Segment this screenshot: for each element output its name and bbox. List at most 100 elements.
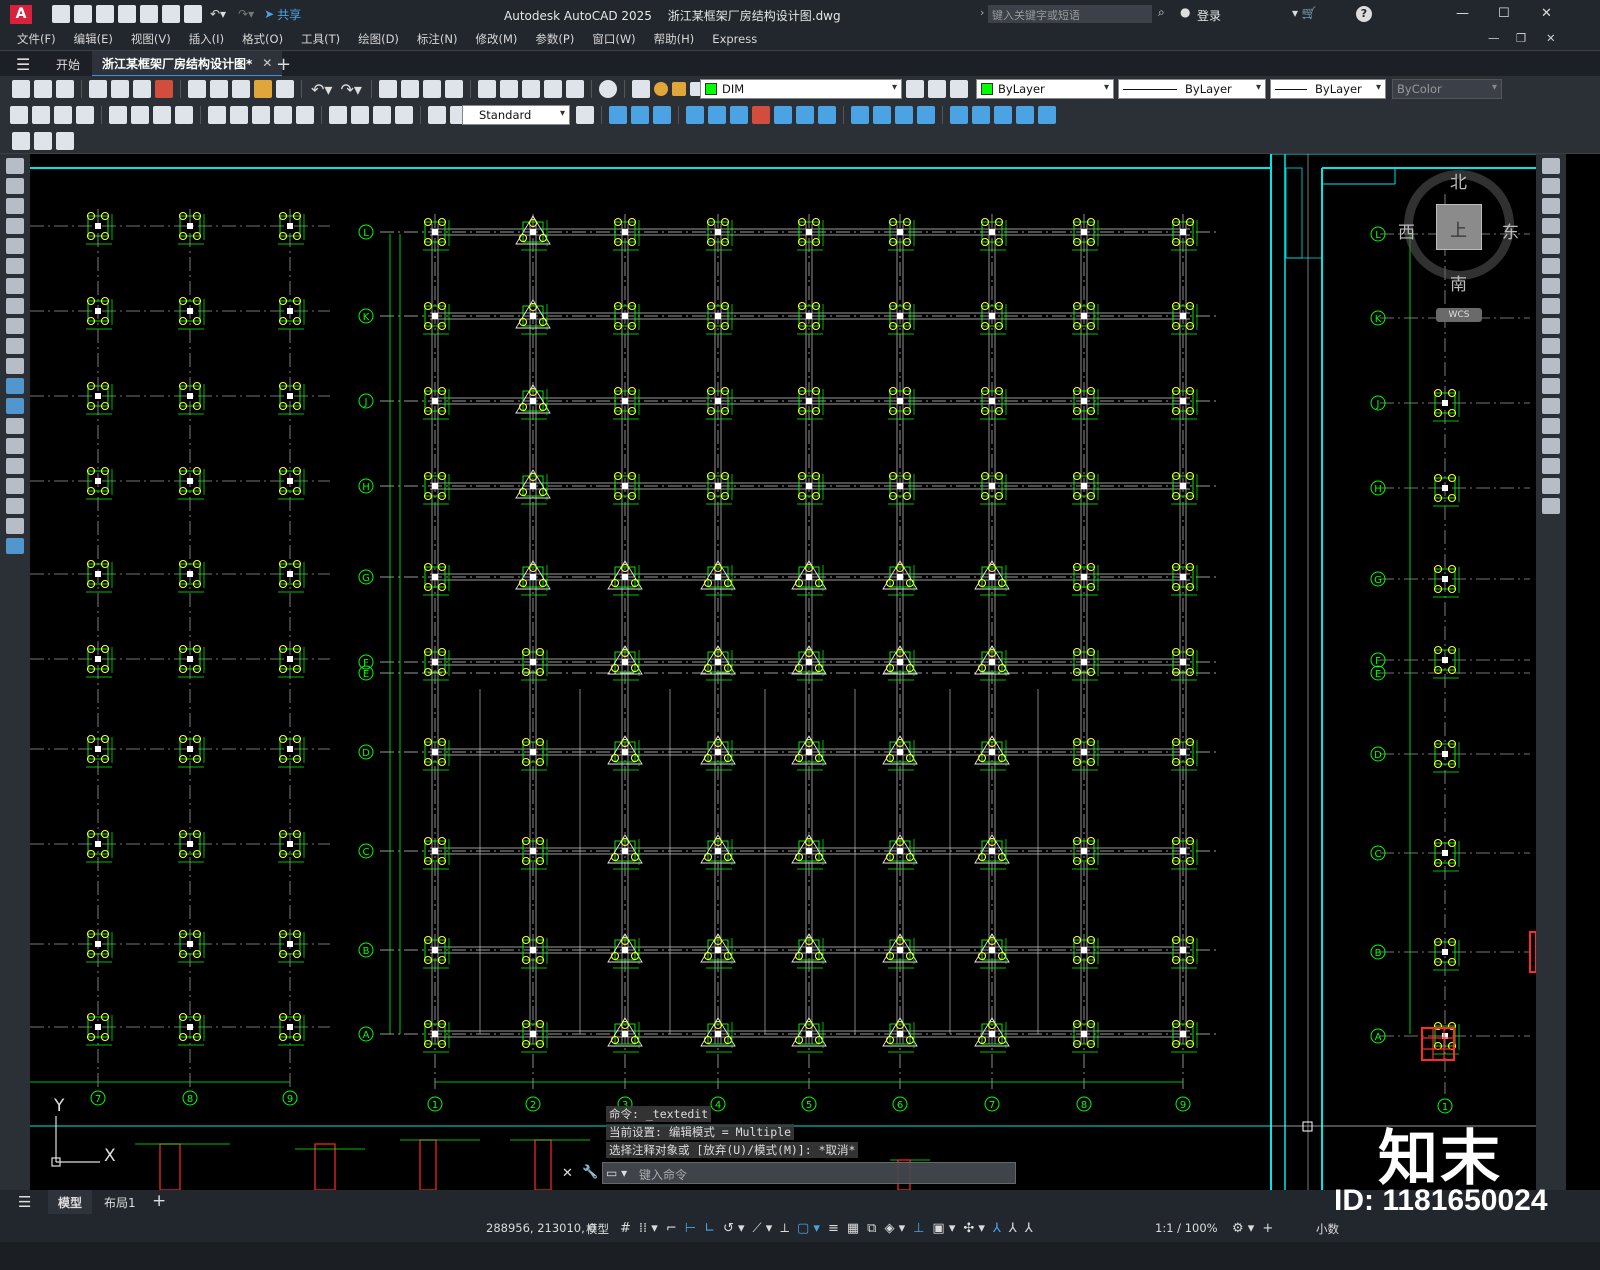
region-icon[interactable] (6, 478, 24, 494)
properties-icon[interactable] (477, 80, 496, 98)
slice-icon[interactable] (818, 106, 836, 124)
move-faces-icon[interactable] (873, 106, 891, 124)
dim-edit-icon[interactable] (428, 106, 446, 124)
check-icon[interactable] (1016, 106, 1034, 124)
polyline-icon[interactable] (6, 198, 24, 214)
doc-restore-button[interactable]: ❐ (1516, 31, 1526, 45)
save-icon[interactable] (96, 5, 114, 23)
center-mark-icon[interactable] (351, 106, 369, 124)
redo-icon[interactable]: ↷▾ (238, 7, 254, 21)
break-icon[interactable] (1542, 398, 1560, 414)
gradient-icon[interactable] (6, 458, 24, 474)
user-icon[interactable]: ● (1180, 5, 1190, 19)
ellipse-arc-icon[interactable] (6, 358, 24, 374)
jogged-linear-icon[interactable] (395, 106, 413, 124)
dim-break-icon[interactable] (296, 106, 314, 124)
3dprint-icon[interactable] (155, 80, 173, 98)
layer-on-icon[interactable] (653, 82, 668, 96)
stretch-icon[interactable] (1542, 318, 1560, 334)
publish-icon[interactable] (140, 5, 158, 23)
make-block-icon[interactable] (6, 398, 24, 414)
point-icon[interactable] (6, 418, 24, 434)
chamfer-icon[interactable] (1542, 438, 1560, 454)
radius-dim-icon[interactable] (109, 106, 127, 124)
calculator-icon[interactable] (565, 80, 584, 98)
angular-dim-icon[interactable] (175, 106, 193, 124)
multiline-text-icon[interactable] (6, 518, 24, 534)
snap-icon[interactable]: ⁞⁞ ▾ (639, 1221, 658, 1236)
solid-wedge-icon[interactable] (631, 106, 649, 124)
ellipse-icon[interactable] (6, 338, 24, 354)
selection-filter-icon[interactable]: ▣ ▾ (932, 1221, 955, 1236)
menu-view[interactable]: 视图(V) (122, 31, 180, 47)
save-as-icon[interactable] (118, 5, 136, 23)
revolve-icon[interactable] (708, 106, 726, 124)
menu-modify[interactable]: 修改(M) (467, 31, 527, 47)
zoom-realtime-icon[interactable] (400, 80, 419, 98)
mirror-icon[interactable] (1542, 198, 1560, 214)
layout-tab-model[interactable]: 模型 (48, 1190, 93, 1214)
explode-icon[interactable] (1542, 498, 1560, 514)
match-properties-icon[interactable] (254, 80, 272, 98)
scale-icon[interactable] (1542, 298, 1560, 314)
undo-icon[interactable]: ↶▾ (311, 80, 332, 99)
zoom-window-icon[interactable] (422, 80, 441, 98)
express-layer-icon[interactable] (12, 131, 30, 150)
copy-object-icon[interactable] (1542, 178, 1560, 194)
move-icon[interactable] (1542, 258, 1560, 274)
color-dropdown[interactable]: ByLayer ▾ (976, 79, 1114, 99)
lineweight-dropdown[interactable]: ByLayer ▾ (1270, 79, 1386, 99)
block-editor-icon[interactable] (276, 80, 294, 98)
break-at-point-icon[interactable] (1542, 378, 1560, 394)
command-input[interactable]: 键入命令 (602, 1162, 1016, 1184)
annotation-visibility-icon[interactable]: ⅄ (993, 1221, 1001, 1236)
annotation-scale-icon[interactable]: ⅄ (1025, 1221, 1033, 1236)
separate-icon[interactable] (972, 106, 990, 124)
menu-insert[interactable]: 插入(I) (180, 31, 233, 47)
model-space-button[interactable]: 模型 (586, 1221, 609, 1237)
help-icon[interactable]: ? (1356, 6, 1372, 22)
menu-express[interactable]: Express (703, 32, 766, 46)
preview-icon[interactable] (111, 80, 129, 98)
hatch-icon[interactable] (6, 438, 24, 454)
erase-icon[interactable] (1542, 158, 1560, 174)
dim-space-icon[interactable] (274, 106, 292, 124)
publish-icon[interactable] (133, 80, 151, 98)
minimize-button[interactable]: — (1456, 6, 1469, 21)
insert-block-icon[interactable] (6, 378, 24, 394)
infer-constraints-icon[interactable]: ⌐ (666, 1221, 677, 1236)
line-icon[interactable] (6, 158, 24, 174)
object-snap-icon[interactable]: ▢ ▾ (797, 1221, 820, 1236)
workspace-gear-icon[interactable]: ⚙ ▾ (1232, 1221, 1254, 1236)
spline-icon[interactable] (6, 318, 24, 334)
new-icon[interactable] (12, 80, 30, 98)
isometric-icon[interactable]: ⟋ ▾ (753, 1221, 773, 1236)
aligned-dim-icon[interactable] (32, 106, 50, 124)
linear-dim-icon[interactable] (10, 106, 28, 124)
construction-line-icon[interactable] (6, 178, 24, 194)
offset-icon[interactable] (1542, 218, 1560, 234)
pan-icon[interactable] (378, 80, 397, 98)
dim-style-icon[interactable] (576, 106, 594, 124)
hamburger-icon[interactable]: ☰ (16, 55, 30, 74)
tab-active-drawing[interactable]: 浙江某框架厂房结构设计图* ✕ (92, 51, 283, 77)
rotate-icon[interactable] (1542, 278, 1560, 294)
solid-box-icon[interactable] (609, 106, 627, 124)
plotstyle-dropdown[interactable]: ByColor ▾ (1392, 79, 1502, 99)
trim-icon[interactable] (1542, 338, 1560, 354)
express-text-icon[interactable] (56, 131, 74, 150)
menu-draw[interactable]: 绘图(D) (349, 31, 408, 47)
gizmo-icon[interactable]: ✣ ▾ (963, 1221, 985, 1236)
arc-length-icon[interactable] (54, 106, 72, 124)
inspection-icon[interactable] (373, 106, 391, 124)
menu-format[interactable]: 格式(O) (233, 31, 292, 47)
offset-faces-icon[interactable] (895, 106, 913, 124)
diameter-dim-icon[interactable] (153, 106, 171, 124)
subtract-icon[interactable] (752, 106, 770, 124)
help-icon[interactable] (598, 80, 617, 98)
polar-tracking-icon[interactable]: ↺ ▾ (723, 1221, 745, 1236)
command-customize-icon[interactable]: 🔧 (582, 1165, 598, 1180)
polygon-icon[interactable] (6, 218, 24, 234)
viewcube-north[interactable]: 北 (1450, 168, 1467, 193)
menu-parametric[interactable]: 参数(P) (526, 31, 583, 47)
